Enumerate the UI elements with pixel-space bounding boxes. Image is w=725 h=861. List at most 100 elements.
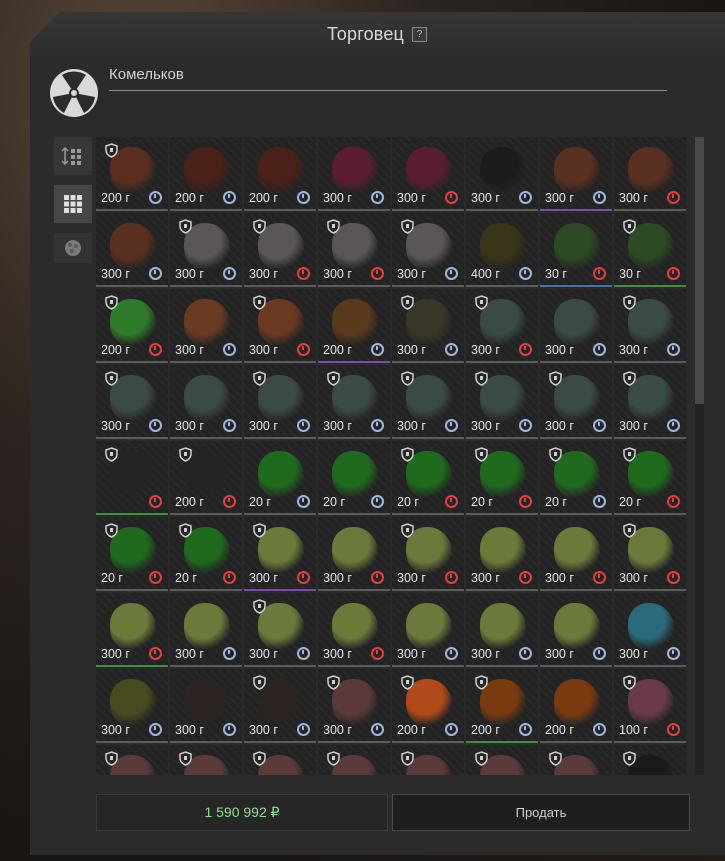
item-cell[interactable]: 300 г: [318, 669, 390, 743]
item-cell[interactable]: 300 г: [170, 213, 242, 287]
timer-icon: [223, 495, 236, 508]
shield-icon: [623, 751, 636, 766]
item-cell[interactable]: 300 г: [244, 213, 316, 287]
timer-icon: [667, 191, 680, 204]
item-price: 300 г: [323, 571, 352, 585]
item-cell[interactable]: 100 г: [614, 669, 686, 743]
sort-button[interactable]: [54, 137, 92, 175]
item-cell[interactable]: 300 г: [392, 593, 464, 667]
help-button[interactable]: ?: [412, 27, 428, 42]
item-cell[interactable]: 300 г: [540, 365, 612, 439]
item-cell[interactable]: 300 г: [466, 289, 538, 363]
item-cell[interactable]: 20 г: [466, 441, 538, 515]
item-cell[interactable]: 20 г: [96, 517, 168, 591]
item-cell[interactable]: 300 г: [244, 593, 316, 667]
item-cell[interactable]: [170, 745, 242, 775]
item-cell[interactable]: 20 г: [170, 517, 242, 591]
item-cell[interactable]: 200 г: [170, 441, 242, 515]
item-cell[interactable]: 300 г: [170, 593, 242, 667]
timer-icon: [593, 267, 606, 280]
item-cell[interactable]: 400 г: [466, 213, 538, 287]
item-cell[interactable]: 300 г: [466, 137, 538, 211]
item-cell[interactable]: 20 г: [540, 441, 612, 515]
item-cell[interactable]: 300 г: [392, 137, 464, 211]
item-cell[interactable]: 300 г: [540, 517, 612, 591]
item-cell[interactable]: 300 г: [318, 137, 390, 211]
item-cell[interactable]: 200 г: [96, 137, 168, 211]
item-cell[interactable]: 300 г: [466, 593, 538, 667]
item-cell[interactable]: 200 г: [466, 669, 538, 743]
item-cell[interactable]: 300 г: [170, 669, 242, 743]
shield-icon: [623, 371, 636, 386]
artifact-icon: [406, 603, 452, 651]
item-cell[interactable]: 30 г: [614, 213, 686, 287]
item-price: 300 г: [471, 191, 500, 205]
item-cell[interactable]: 300 г: [318, 593, 390, 667]
item-price: 300 г: [619, 343, 648, 357]
timer-icon: [371, 343, 384, 356]
item-cell[interactable]: 300 г: [466, 365, 538, 439]
item-cell[interactable]: 300 г: [96, 669, 168, 743]
item-cell[interactable]: 300 г: [170, 365, 242, 439]
item-cell[interactable]: 300 г: [392, 289, 464, 363]
item-cell[interactable]: [392, 745, 464, 775]
item-cell[interactable]: 300 г: [96, 213, 168, 287]
item-cell[interactable]: 300 г: [170, 289, 242, 363]
artifact-icon: [554, 147, 600, 195]
item-cell[interactable]: 300 г: [96, 365, 168, 439]
item-cell[interactable]: 30 г: [540, 213, 612, 287]
item-cell[interactable]: [318, 745, 390, 775]
item-cell[interactable]: 300 г: [614, 137, 686, 211]
item-cell[interactable]: 20 г: [392, 441, 464, 515]
item-cell[interactable]: [466, 745, 538, 775]
item-cell[interactable]: 300 г: [466, 517, 538, 591]
item-cell[interactable]: 200 г: [170, 137, 242, 211]
item-price: 300 г: [397, 419, 426, 433]
item-cell[interactable]: [244, 745, 316, 775]
item-cell[interactable]: 300 г: [614, 365, 686, 439]
item-cell[interactable]: 20 г: [244, 441, 316, 515]
shield-icon: [475, 295, 488, 310]
item-cell[interactable]: 300 г: [614, 593, 686, 667]
item-cell[interactable]: 300 г: [540, 137, 612, 211]
item-cell[interactable]: 300 г: [540, 593, 612, 667]
item-cell[interactable]: [540, 745, 612, 775]
scrollbar-thumb[interactable]: [695, 137, 704, 404]
item-cell[interactable]: 20 г: [318, 441, 390, 515]
item-cell[interactable]: 300 г: [244, 517, 316, 591]
item-cell[interactable]: 300 г: [318, 213, 390, 287]
item-price: 300 г: [323, 723, 352, 737]
item-cell[interactable]: 300 г: [244, 669, 316, 743]
item-price: 300 г: [175, 723, 204, 737]
item-cell[interactable]: 300 г: [244, 289, 316, 363]
view-grid-button[interactable]: [54, 185, 92, 223]
artifact-icon: [628, 603, 674, 651]
item-cell[interactable]: 300 г: [96, 593, 168, 667]
item-price: 300 г: [619, 191, 648, 205]
sell-button[interactable]: Продать: [392, 794, 690, 831]
item-cell[interactable]: 300 г: [540, 289, 612, 363]
item-cell[interactable]: 300 г: [244, 365, 316, 439]
item-cell[interactable]: 300 г: [614, 289, 686, 363]
item-price: 300 г: [101, 723, 130, 737]
item-cell[interactable]: 300 г: [392, 517, 464, 591]
shield-icon: [623, 523, 636, 538]
item-cell[interactable]: 200 г: [318, 289, 390, 363]
timer-icon: [667, 343, 680, 356]
item-cell[interactable]: 300 г: [392, 365, 464, 439]
item-cell[interactable]: 200 г: [96, 289, 168, 363]
view-artifact-button[interactable]: [54, 233, 92, 263]
item-cell[interactable]: 200 г: [392, 669, 464, 743]
item-cell[interactable]: [614, 745, 686, 775]
item-cell[interactable]: 20 г: [614, 441, 686, 515]
grid-scrollbar[interactable]: [695, 137, 704, 775]
item-cell[interactable]: [96, 745, 168, 775]
item-cell[interactable]: [96, 441, 168, 515]
item-cell[interactable]: 300 г: [318, 517, 390, 591]
item-cell[interactable]: 300 г: [614, 517, 686, 591]
item-cell[interactable]: 300 г: [392, 213, 464, 287]
item-cell[interactable]: 200 г: [540, 669, 612, 743]
item-cell[interactable]: 300 г: [318, 365, 390, 439]
item-cell[interactable]: 200 г: [244, 137, 316, 211]
timer-icon: [149, 495, 162, 508]
